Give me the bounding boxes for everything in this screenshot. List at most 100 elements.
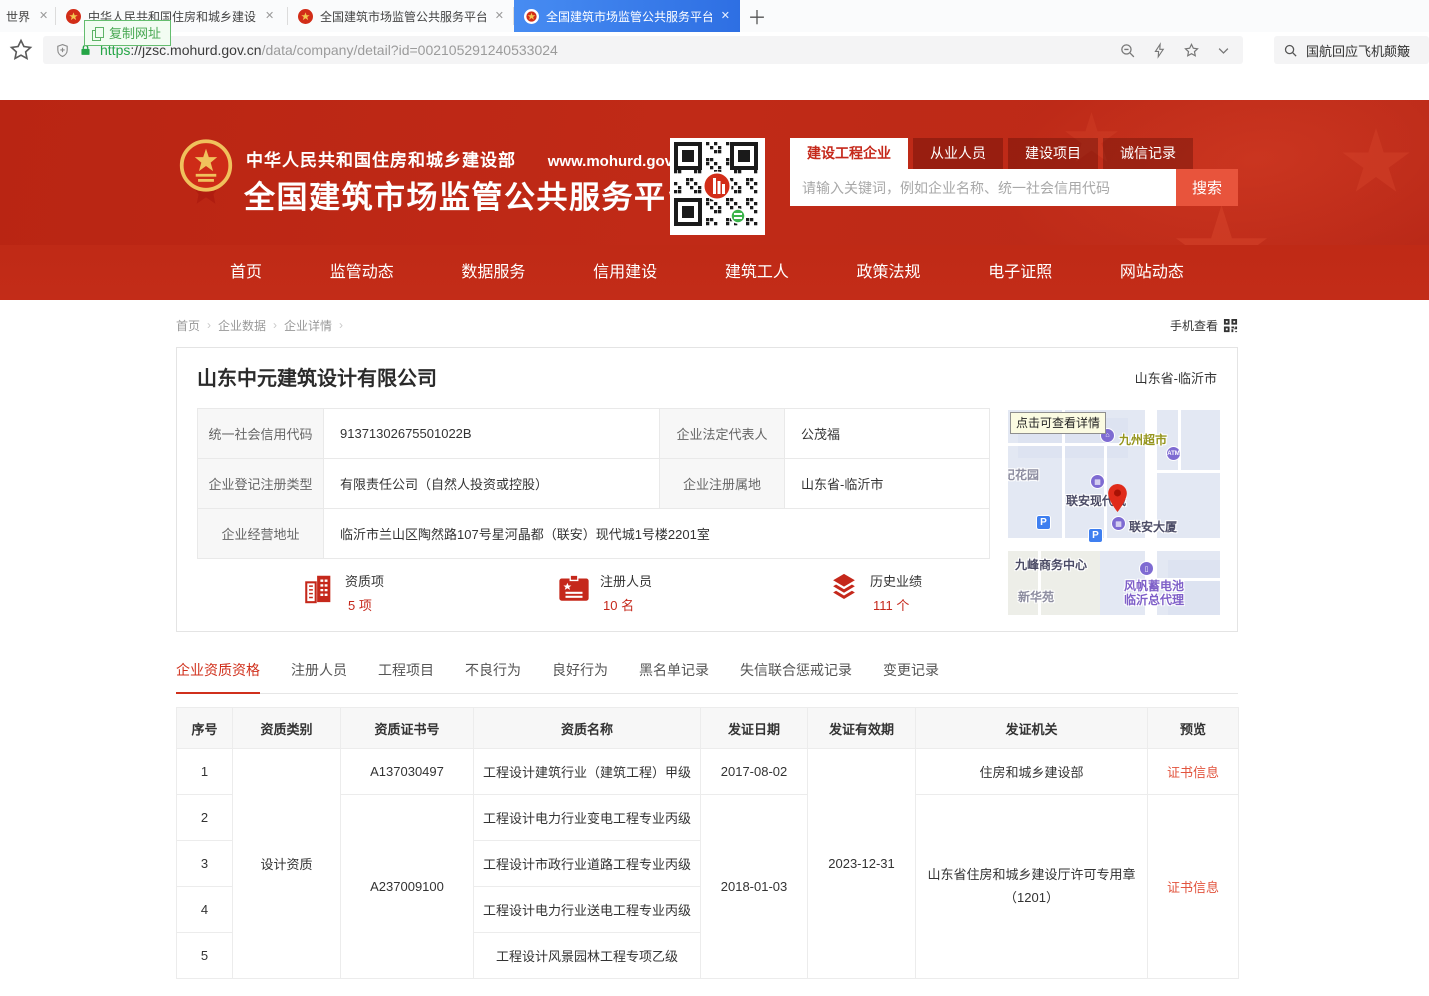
poi-label-supermarket: 九州超市 [1119, 431, 1167, 448]
nav-item-e-license[interactable]: 电子证照 [988, 245, 1052, 300]
tab-projects[interactable]: 工程项目 [378, 654, 434, 693]
map-main-road [1008, 538, 1220, 551]
field-value: 91371302675501022B [324, 409, 660, 459]
nav-item-supervision[interactable]: 监管动态 [330, 245, 394, 300]
tab-qualifications[interactable]: 企业资质资格 [176, 654, 260, 694]
nav-item-home[interactable]: 首页 [230, 245, 262, 300]
gov-emblem-favicon [298, 9, 313, 24]
search-tab-enterprise[interactable]: 建设工程企业 [790, 138, 908, 169]
shield-icon[interactable] [55, 43, 70, 58]
tab-close-icon[interactable]: ✕ [265, 11, 274, 22]
breadcrumb-company-data[interactable]: 企业数据 [218, 317, 266, 334]
tab-change-records[interactable]: 变更记录 [883, 654, 939, 693]
field-label: 企业经营地址 [198, 509, 324, 559]
breadcrumb-separator: › [339, 318, 343, 332]
tab-good-behavior[interactable]: 良好行为 [552, 654, 608, 693]
nav-item-policy[interactable]: 政策法规 [857, 245, 921, 300]
url-path: /data/company/detail?id=0021052912405330… [262, 42, 558, 58]
search-icon [1283, 43, 1298, 58]
favorite-star-icon[interactable] [1183, 42, 1200, 59]
browser-tab-active[interactable]: 全国建筑市场监管公共服务平台 ✕ [514, 0, 740, 32]
cell-name: 工程设计电力行业送电工程专业丙级 [474, 887, 701, 933]
cell-name: 工程设计电力行业变电工程专业丙级 [474, 795, 701, 841]
page-top-gap [0, 68, 1429, 100]
table-row: 企业经营地址 临沂市兰山区陶然路107号星河晶都（联安）现代城1号楼2201室 [198, 509, 990, 559]
field-value: 山东省-临沂市 [785, 459, 990, 509]
map-tooltip: 点击可查看详情 [1010, 412, 1106, 434]
mobile-view-label: 手机查看 [1170, 317, 1218, 334]
poi-label-jiufeng: 九峰商务中心 [1015, 556, 1087, 573]
nav-item-credit[interactable]: 信用建设 [593, 245, 657, 300]
address-field[interactable]: https://jzsc.mohurd.gov.cn/data/company/… [43, 36, 1243, 64]
field-value: 临沂市兰山区陶然路107号星河晶都（联安）现代城1号楼2201室 [324, 509, 990, 559]
search-button[interactable]: 搜索 [1176, 169, 1238, 206]
tab-close-icon[interactable]: ✕ [495, 11, 504, 22]
tab-title: 全国建筑市场监管公共服务平台 [546, 8, 712, 25]
stat-historical-performance: 历史业绩 111 个 [827, 570, 922, 614]
tab-close-icon[interactable]: ✕ [721, 11, 730, 22]
col-header-authority: 发证机关 [916, 708, 1148, 749]
national-emblem-logo [178, 138, 234, 206]
cell-name: 工程设计市政行业道路工程专业丙级 [474, 841, 701, 887]
nav-item-site-news[interactable]: 网站动态 [1120, 245, 1184, 300]
platform-title: 全国建筑市场监管公共服务平台 [244, 172, 699, 217]
company-region: 山东省-临沂市 [1135, 368, 1217, 387]
table-row: 统一社会信用代码 91371302675501022B 企业法定代表人 公茂福 [198, 409, 990, 459]
field-label: 统一社会信用代码 [198, 409, 324, 459]
tab-close-icon[interactable]: ✕ [39, 11, 48, 22]
poi-building-icon: ▦ [1090, 474, 1105, 489]
mobile-view-link[interactable]: 手机查看 [1170, 317, 1238, 334]
copy-url-tooltip: 复制网址 [84, 20, 171, 46]
lightning-icon[interactable] [1152, 42, 1167, 59]
chevron-down-icon[interactable] [1216, 43, 1231, 58]
company-stats: 资质项 5 项 注册人员 10 名 [197, 570, 997, 620]
company-name: 山东中元建筑设计有限公司 [197, 362, 437, 391]
col-header-issue-date: 发证日期 [701, 708, 808, 749]
browser-tab-3[interactable]: 全国建筑市场监管公共服务平台 ✕ [288, 0, 514, 32]
zoom-out-icon[interactable] [1119, 42, 1136, 59]
nav-item-workers[interactable]: 建筑工人 [725, 245, 789, 300]
tab-title: 世界 [6, 8, 30, 25]
breadcrumb-home[interactable]: 首页 [176, 317, 200, 334]
search-tab-personnel[interactable]: 从业人员 [913, 138, 1003, 169]
tab-bad-behavior[interactable]: 不良行为 [465, 654, 521, 693]
search-tab-credit[interactable]: 诚信记录 [1103, 138, 1193, 169]
tab-blacklist[interactable]: 黑名单记录 [639, 654, 709, 693]
field-label: 企业注册属地 [660, 459, 785, 509]
qualification-table: 序号 资质类别 资质证书号 资质名称 发证日期 发证有效期 发证机关 预览 1 … [176, 707, 1239, 979]
col-header-preview: 预览 [1148, 708, 1239, 749]
nav-item-data-service[interactable]: 数据服务 [461, 245, 525, 300]
breadcrumb-separator: › [207, 318, 211, 332]
field-value: 公茂福 [785, 409, 990, 459]
authority-line1: 山东省住房和城乡建设厅许可专用章 [916, 864, 1147, 886]
cell-issue-date: 2018-01-03 [701, 795, 808, 979]
cell-authority: 住房和城乡建设部 [916, 749, 1148, 795]
new-tab-button[interactable]: ＋ [740, 0, 774, 32]
quick-search-text: 国航回应飞机颠簸 [1306, 41, 1410, 60]
ministry-title: 中华人民共和国住房和城乡建设部 www.mohurd.gov.cn [246, 146, 694, 171]
flag-star-decoration [1174, 205, 1269, 245]
bookmark-star-icon[interactable] [8, 37, 34, 63]
tab-dishonesty-records[interactable]: 失信联合惩戒记录 [740, 654, 852, 693]
certificate-info-link[interactable]: 证书信息 [1167, 765, 1219, 780]
cell-name: 工程设计风景园林工程专项乙级 [474, 933, 701, 979]
cell-issue-date: 2017-08-02 [701, 749, 808, 795]
keyword-search-input[interactable] [790, 169, 1176, 206]
location-map[interactable]: 点击可查看详情 ⌂ 九州超市 ATM 纪花园 ▦ 联安现代城 ▦ 联安大厦 P … [1008, 410, 1220, 615]
cell-preview: 证书信息 [1148, 749, 1239, 795]
tab-registered-personnel[interactable]: 注册人员 [291, 654, 347, 693]
stat-value: 10 名 [600, 595, 652, 614]
cell-no: 2 [177, 795, 233, 841]
certificate-info-link[interactable]: 证书信息 [1167, 880, 1219, 895]
company-info-table: 统一社会信用代码 91371302675501022B 企业法定代表人 公茂福 … [197, 408, 990, 559]
browser-tab-1[interactable]: 世界 ✕ [0, 0, 56, 32]
flag-star-decoration [1341, 128, 1411, 198]
cell-name: 工程设计建筑行业（建筑工程）甲级 [474, 749, 701, 795]
map-road [1178, 410, 1181, 470]
browser-quick-search[interactable]: 国航回应飞机颠簸 [1274, 36, 1429, 64]
breadcrumb-company-detail[interactable]: 企业详情 [284, 317, 332, 334]
stat-registered-personnel: 注册人员 10 名 [557, 570, 652, 614]
cell-cert-no: A237009100 [341, 795, 474, 979]
search-tab-project[interactable]: 建设项目 [1008, 138, 1098, 169]
cell-cert-no: A137030497 [341, 749, 474, 795]
